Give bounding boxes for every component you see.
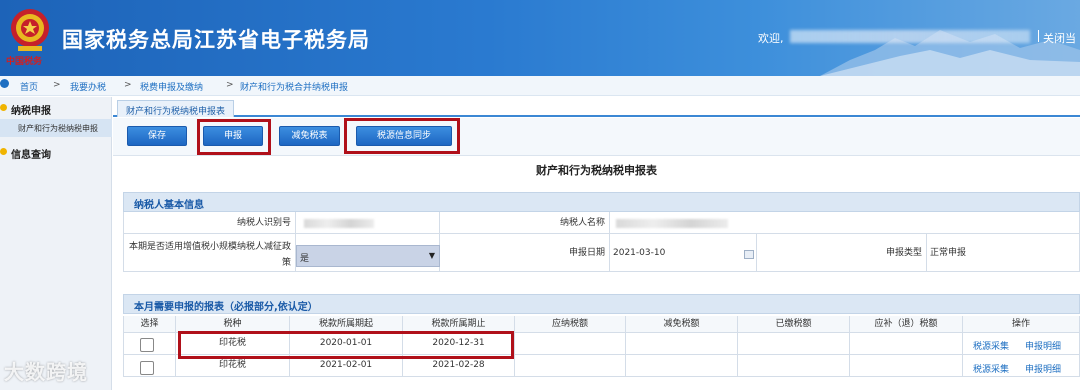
tab-property-tax-form[interactable]: 财产和行为税纳税申报表 <box>117 100 235 117</box>
blurred-taxpayer-name <box>616 219 728 228</box>
header-divider <box>1038 30 1039 42</box>
declare-date-label: 申报日期 <box>440 234 610 272</box>
tax-emblem-icon <box>11 9 49 51</box>
table-cell-reduction <box>626 333 738 355</box>
sidebar-subitem-property-tax[interactable]: 财产和行为税纳税申报 <box>0 119 112 137</box>
col-header-select: 选择 <box>123 316 176 333</box>
table-cell-paid <box>738 355 850 377</box>
save-button[interactable]: 保存 <box>127 126 187 146</box>
calendar-icon[interactable] <box>744 250 754 259</box>
breadcrumb-separator: > <box>53 80 61 90</box>
taxpayer-id-label: 纳税人识别号 <box>123 212 296 234</box>
table-cell-paid <box>738 333 850 355</box>
monthly-report-header: 本月需要申报的报表（必报部分,依认定） <box>123 294 1080 314</box>
row-checkbox[interactable] <box>140 338 154 352</box>
table-cell-reduction <box>626 355 738 377</box>
site-header: 中国税务 国家税务总局江苏省电子税务局 欢迎, 关闭当 <box>0 0 1080 76</box>
close-link[interactable]: 关闭当 <box>1043 30 1076 46</box>
declare-type-value: 正常申报 <box>927 234 1080 272</box>
taxpayer-name-label: 纳税人名称 <box>440 212 610 234</box>
row-checkbox[interactable] <box>140 361 154 375</box>
breadcrumb-home[interactable]: 首页 <box>20 80 38 93</box>
tax-source-collect-link[interactable]: 税源采集 <box>973 362 1009 375</box>
highlight-box <box>178 331 514 359</box>
highlight-box <box>197 119 271 155</box>
declare-type-label: 申报类型 <box>757 234 927 272</box>
site-title: 国家税务总局江苏省电子税务局 <box>62 28 370 52</box>
sidebar-item-declare[interactable]: 纳税申报 <box>0 99 112 119</box>
great-wall-background <box>820 30 1080 76</box>
small-scale-policy-label: 本期是否适用增值税小规模纳税人减征政策 <box>123 234 296 272</box>
breadcrumb-current: 财产和行为税合并纳税申报 <box>240 83 349 93</box>
bullet-icon <box>0 148 7 155</box>
basic-info-header: 纳税人基本信息 <box>123 192 1080 212</box>
table-cell-due-refund <box>850 355 963 377</box>
small-scale-policy-select[interactable]: 是 ▼ <box>296 245 440 267</box>
breadcrumb: 首页 > 我要办税 > 税费申报及缴纳 > 财产和行为税合并纳税申报 <box>0 76 1080 96</box>
declare-detail-link[interactable]: 申报明细 <box>1025 362 1061 375</box>
table-cell-due-refund <box>850 333 963 355</box>
table-cell-payable <box>515 355 626 377</box>
tab-bar: 财产和行为税纳税申报表 <box>113 97 1080 117</box>
breadcrumb-declare-pay[interactable]: 税费申报及缴纳 <box>140 80 203 93</box>
breadcrumb-tax-service[interactable]: 我要办税 <box>70 80 106 93</box>
highlight-box <box>344 118 460 154</box>
declare-date-value[interactable]: 2021-03-10 <box>610 234 757 272</box>
brand-subtitle: 中国税务 <box>6 57 43 67</box>
bullet-icon <box>0 104 7 111</box>
watermark-text: 大数跨境 <box>4 360 88 384</box>
col-header-action: 操作 <box>963 316 1080 333</box>
col-header-paid: 已缴税额 <box>738 316 850 333</box>
form-title: 财产和行为税纳税申报表 <box>536 164 657 177</box>
location-icon <box>0 79 9 88</box>
chevron-down-icon: ▼ <box>428 251 435 260</box>
table-cell-payable <box>515 333 626 355</box>
breadcrumb-separator: > <box>226 80 234 90</box>
col-header-reduction: 减免税额 <box>626 316 738 333</box>
tax-source-collect-link[interactable]: 税源采集 <box>973 339 1009 352</box>
declare-detail-link[interactable]: 申报明细 <box>1025 339 1061 352</box>
col-header-due-refund: 应补（退）税额 <box>850 316 963 333</box>
reduce-tax-button[interactable]: 减免税表 <box>279 126 340 146</box>
welcome-text: 欢迎, <box>758 32 784 45</box>
sidebar: 纳税申报 财产和行为税纳税申报 信息查询 <box>0 97 112 390</box>
col-header-payable: 应纳税额 <box>515 316 626 333</box>
blurred-username <box>790 30 1030 43</box>
breadcrumb-separator: > <box>124 80 132 90</box>
blurred-taxpayer-id <box>304 219 374 228</box>
sidebar-item-query[interactable]: 信息查询 <box>0 143 112 163</box>
